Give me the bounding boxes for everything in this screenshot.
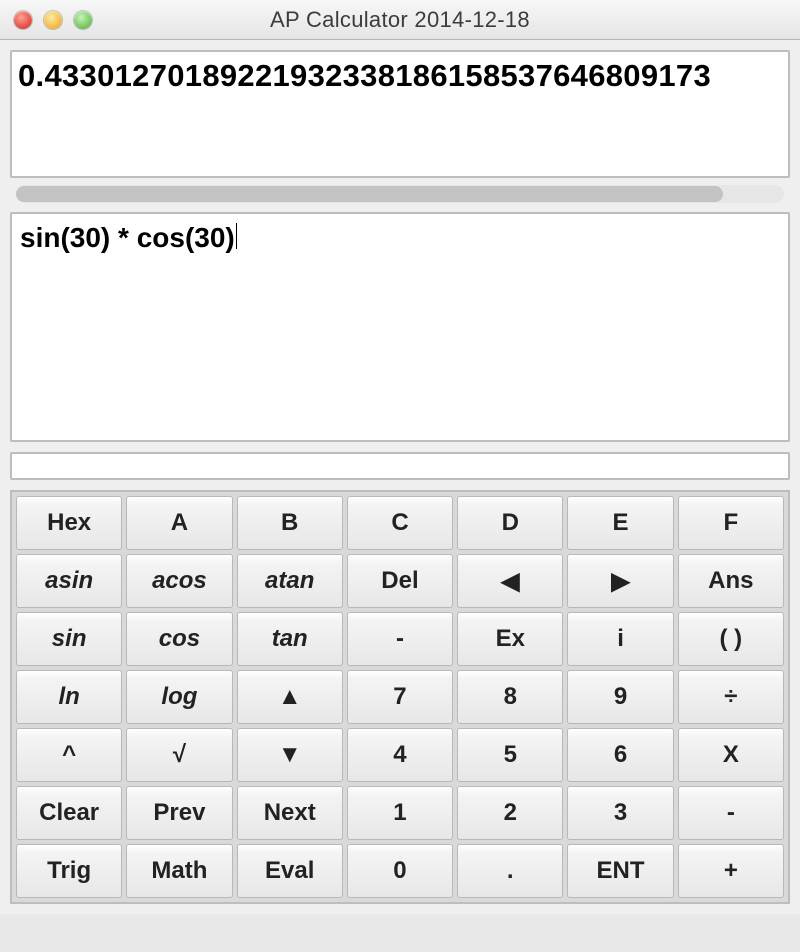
result-pane: 0.43301270189221932338186158537646809173 [10, 50, 790, 178]
key-hex-d[interactable]: D [457, 496, 563, 550]
scroll-thumb[interactable] [16, 186, 723, 202]
minimize-button[interactable] [44, 11, 62, 29]
key-asin[interactable]: asin [16, 554, 122, 608]
key-parens[interactable]: ( ) [678, 612, 784, 666]
key-d4[interactable]: 4 [347, 728, 453, 782]
key-log[interactable]: log [126, 670, 232, 724]
key-power[interactable]: ^ [16, 728, 122, 782]
key-d3[interactable]: 3 [567, 786, 673, 840]
key-math[interactable]: Math [126, 844, 232, 898]
key-divide[interactable]: ÷ [678, 670, 784, 724]
key-hex-c[interactable]: C [347, 496, 453, 550]
key-multiply[interactable]: X [678, 728, 784, 782]
key-d2[interactable]: 2 [457, 786, 563, 840]
traffic-lights [0, 11, 92, 29]
window-title: AP Calculator 2014-12-18 [0, 7, 800, 33]
key-d5[interactable]: 5 [457, 728, 563, 782]
key-hex-f[interactable]: F [678, 496, 784, 550]
key-clear[interactable]: Clear [16, 786, 122, 840]
text-caret [236, 223, 237, 249]
key-d7[interactable]: 7 [347, 670, 453, 724]
expression-pane[interactable]: sin(30) * cos(30) [10, 212, 790, 442]
key-prev[interactable]: Prev [126, 786, 232, 840]
key-add[interactable]: + [678, 844, 784, 898]
key-d8[interactable]: 8 [457, 670, 563, 724]
keypad-row: asinacosatanDel◀▶Ans [14, 552, 786, 610]
key-right[interactable]: ▶ [567, 554, 673, 608]
key-del[interactable]: Del [347, 554, 453, 608]
key-sqrt[interactable]: √ [126, 728, 232, 782]
key-atan[interactable]: atan [237, 554, 343, 608]
key-down[interactable]: ▼ [237, 728, 343, 782]
window-body: 0.43301270189221932338186158537646809173… [0, 40, 800, 914]
keypad-row: ^√▼456X [14, 726, 786, 784]
keypad-row: ClearPrevNext123- [14, 784, 786, 842]
key-trig[interactable]: Trig [16, 844, 122, 898]
key-d9[interactable]: 9 [567, 670, 673, 724]
result-text: 0.43301270189221932338186158537646809173 [18, 58, 782, 94]
key-minus-sign[interactable]: - [347, 612, 453, 666]
expression-text: sin(30) * cos(30) [20, 222, 235, 253]
keypad-row: HexABCDEF [14, 494, 786, 552]
key-hex[interactable]: Hex [16, 496, 122, 550]
result-scrollbar[interactable] [16, 184, 784, 204]
key-d6[interactable]: 6 [567, 728, 673, 782]
key-dot[interactable]: . [457, 844, 563, 898]
keypad-row: TrigMathEval0.ENT+ [14, 842, 786, 900]
key-imag[interactable]: i [567, 612, 673, 666]
close-button[interactable] [14, 11, 32, 29]
key-acos[interactable]: acos [126, 554, 232, 608]
titlebar: AP Calculator 2014-12-18 [0, 0, 800, 40]
key-ent[interactable]: ENT [567, 844, 673, 898]
key-d1[interactable]: 1 [347, 786, 453, 840]
key-sin[interactable]: sin [16, 612, 122, 666]
keypad-row: sincostan-Exi( ) [14, 610, 786, 668]
keypad-row: lnlog▲789÷ [14, 668, 786, 726]
key-tan[interactable]: tan [237, 612, 343, 666]
status-strip [10, 452, 790, 480]
scroll-track[interactable] [16, 185, 784, 203]
key-hex-a[interactable]: A [126, 496, 232, 550]
key-ln[interactable]: ln [16, 670, 122, 724]
key-next[interactable]: Next [237, 786, 343, 840]
key-hex-b[interactable]: B [237, 496, 343, 550]
key-left[interactable]: ◀ [457, 554, 563, 608]
key-up[interactable]: ▲ [237, 670, 343, 724]
key-hex-e[interactable]: E [567, 496, 673, 550]
key-eval[interactable]: Eval [237, 844, 343, 898]
keypad: HexABCDEFasinacosatanDel◀▶Anssincostan-E… [10, 490, 790, 904]
zoom-button[interactable] [74, 11, 92, 29]
key-cos[interactable]: cos [126, 612, 232, 666]
key-subtract[interactable]: - [678, 786, 784, 840]
key-ex[interactable]: Ex [457, 612, 563, 666]
key-d0[interactable]: 0 [347, 844, 453, 898]
key-ans[interactable]: Ans [678, 554, 784, 608]
